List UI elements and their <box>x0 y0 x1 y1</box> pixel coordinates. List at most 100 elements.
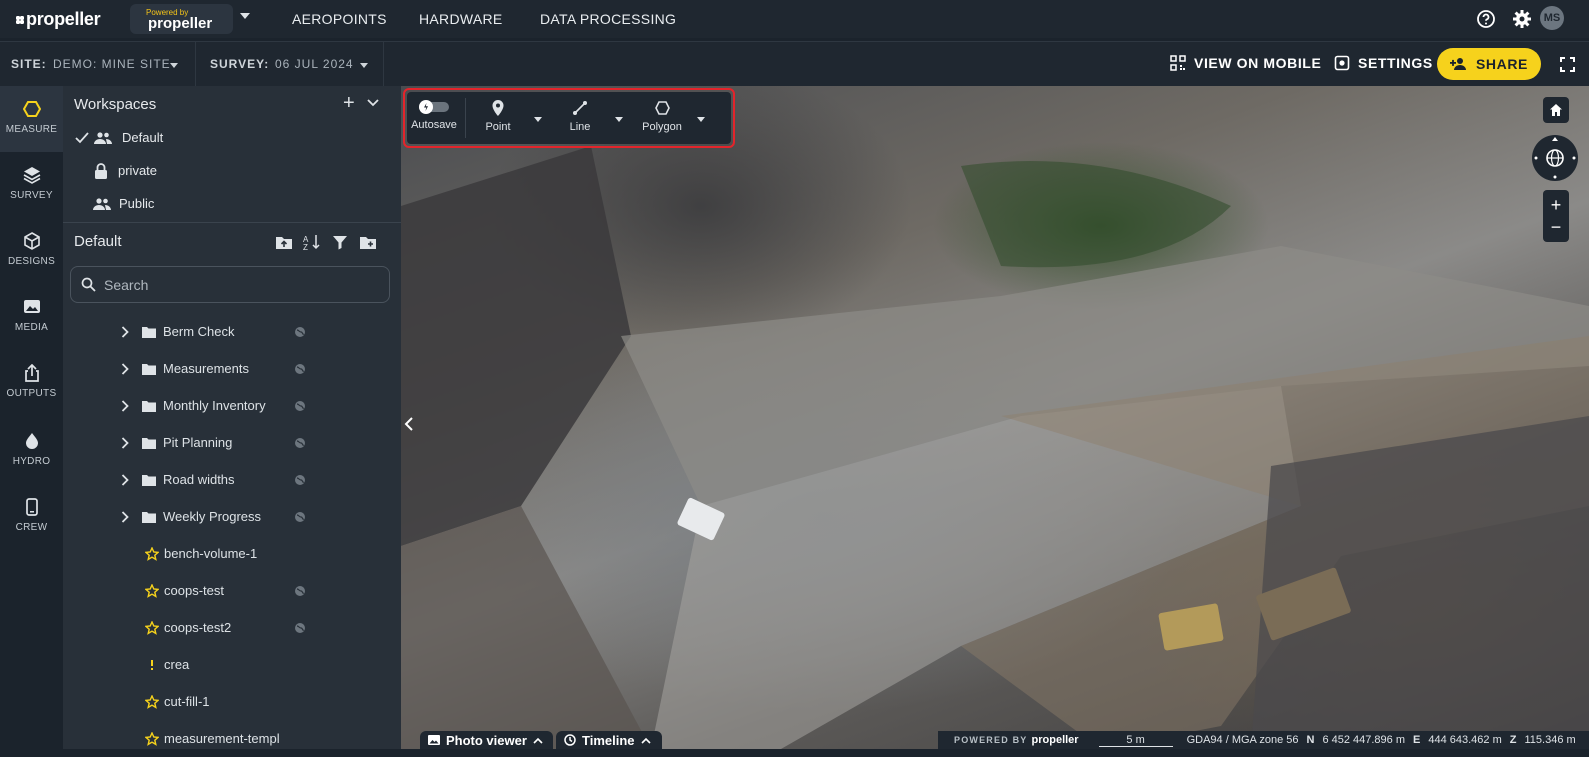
workspace-default[interactable]: Default <box>63 121 401 154</box>
group-icon <box>93 197 111 210</box>
rail-designs[interactable]: DESIGNS <box>0 218 63 284</box>
upload-folder-icon[interactable] <box>275 233 293 251</box>
folder-row[interactable]: Monthly Inventory <box>63 387 401 424</box>
chevron-right-icon[interactable] <box>121 436 129 449</box>
folder-row[interactable]: Pit Planning <box>63 424 401 461</box>
chevron-right-icon[interactable] <box>121 399 129 412</box>
measurement-row[interactable]: cut-fill-1 <box>63 683 401 720</box>
rail-label: MEDIA <box>14 322 49 333</box>
chevron-right-icon[interactable] <box>121 473 129 486</box>
search-input[interactable] <box>104 276 364 293</box>
rail-measure[interactable]: MEASURE <box>0 86 63 152</box>
folder-row[interactable]: Road widths <box>63 461 401 498</box>
workspace-private[interactable]: private <box>63 154 401 187</box>
chevron-up-icon <box>533 737 543 744</box>
chevron-right-icon[interactable] <box>121 325 129 338</box>
left-rail: MEASURE SURVEY DESIGNS MEDIA OUTPUTS HYD… <box>0 86 63 749</box>
nav-hardware[interactable]: HARDWARE <box>419 11 503 27</box>
zoom-out-button[interactable]: − <box>1551 216 1562 238</box>
add-workspace-button[interactable]: + <box>343 92 355 115</box>
clock-icon <box>564 734 576 746</box>
view-on-mobile-label: VIEW ON MOBILE <box>1194 55 1322 71</box>
nav-aeropoints[interactable]: AEROPOINTS <box>292 11 387 27</box>
collapse-panel-button[interactable] <box>401 409 417 439</box>
settings-button[interactable]: SETTINGS <box>1334 55 1433 71</box>
powered-by-text: POWERED BY <box>954 735 1028 745</box>
svg-text:Z: Z <box>303 243 308 251</box>
new-folder-icon[interactable] <box>359 233 377 251</box>
chevron-down-icon[interactable] <box>367 99 379 107</box>
group-icon <box>94 131 112 144</box>
gear-icon[interactable] <box>1512 9 1532 29</box>
workspace-title: Default <box>74 233 122 250</box>
workspace-label: Public <box>119 196 155 211</box>
folder-label: Measurements <box>163 361 249 376</box>
avatar[interactable]: MS <box>1540 6 1564 30</box>
rail-hydro[interactable]: HYDRO <box>0 418 63 484</box>
timeline-tab[interactable]: Timeline <box>556 731 662 749</box>
rail-media[interactable]: MEDIA <box>0 284 63 350</box>
fullscreen-icon[interactable] <box>1560 57 1575 72</box>
share-label: SHARE <box>1475 56 1528 72</box>
folder-row[interactable]: Berm Check <box>63 313 401 350</box>
chevron-down-icon[interactable] <box>240 13 250 19</box>
top-bar: propeller Powered by propeller AEROPOINT… <box>0 0 1589 38</box>
photo-viewer-label: Photo viewer <box>446 732 527 748</box>
site-label: SITE: <box>11 57 47 71</box>
crs-label[interactable]: GDA94 / MGA zone 56 <box>1187 734 1299 746</box>
divider <box>195 42 196 87</box>
compass-control[interactable] <box>1532 135 1578 181</box>
survey-selector[interactable]: 06 JUL 2024 <box>275 57 354 71</box>
home-view-button[interactable] <box>1543 97 1569 123</box>
measure-panel: Workspaces + Default private Public Defa… <box>63 86 401 749</box>
rail-survey[interactable]: SURVEY <box>0 152 63 218</box>
propeller-logo[interactable]: propeller <box>16 9 101 30</box>
photo-viewer-tab[interactable]: Photo viewer <box>420 731 553 749</box>
measurement-label: bench-volume-1 <box>164 546 258 561</box>
search-field[interactable] <box>70 266 390 303</box>
help-icon[interactable] <box>1476 9 1496 29</box>
star-icon <box>145 620 159 635</box>
rail-label: SURVEY <box>10 190 53 201</box>
elevation-label: Z <box>1509 734 1517 746</box>
folder-row[interactable]: Measurements <box>63 350 401 387</box>
chevron-left-icon <box>404 417 413 431</box>
map-viewport[interactable] <box>401 86 1589 749</box>
folder-label: Monthly Inventory <box>163 398 266 413</box>
site-selector[interactable]: DEMO: MINE SITE <box>53 57 171 71</box>
measurement-row[interactable]: coops-test2 <box>63 609 401 646</box>
globe-icon <box>295 437 305 448</box>
globe-icon <box>1534 137 1576 179</box>
measure-icon <box>22 101 41 117</box>
chevron-right-icon[interactable] <box>121 362 129 375</box>
share-button[interactable]: SHARE <box>1437 48 1541 80</box>
survey-label: SURVEY: <box>210 57 270 71</box>
point-marker-icon <box>151 659 153 670</box>
measurement-row[interactable]: crea <box>63 646 401 683</box>
measurement-label: measurement-templ <box>164 731 280 746</box>
nav-data-processing[interactable]: DATA PROCESSING <box>540 11 676 27</box>
measurement-row[interactable]: bench-volume-1 <box>63 535 401 572</box>
rail-label: DESIGNS <box>7 256 56 267</box>
globe-icon <box>295 585 305 596</box>
powered-by-badge[interactable]: Powered by propeller <box>130 4 233 34</box>
folder-icon <box>142 474 156 486</box>
rail-outputs[interactable]: OUTPUTS <box>0 350 63 416</box>
check-icon <box>75 131 89 143</box>
measurement-row[interactable]: measurement-templ <box>63 720 401 757</box>
filter-icon[interactable] <box>331 233 349 251</box>
measurement-row[interactable]: coops-test <box>63 572 401 609</box>
chevron-down-icon[interactable] <box>170 63 178 68</box>
cube-icon <box>23 232 40 250</box>
folder-icon <box>142 326 156 338</box>
home-icon <box>1550 104 1562 116</box>
layers-icon <box>23 167 40 184</box>
zoom-in-button[interactable]: + <box>1551 194 1562 216</box>
chevron-right-icon[interactable] <box>121 510 129 523</box>
workspace-public[interactable]: Public <box>63 187 401 220</box>
view-on-mobile-button[interactable]: VIEW ON MOBILE <box>1170 55 1321 71</box>
chevron-down-icon[interactable] <box>360 63 368 68</box>
rail-crew[interactable]: CREW <box>0 484 63 550</box>
sort-az-icon[interactable]: AZ <box>303 233 321 251</box>
folder-row[interactable]: Weekly Progress <box>63 498 401 535</box>
